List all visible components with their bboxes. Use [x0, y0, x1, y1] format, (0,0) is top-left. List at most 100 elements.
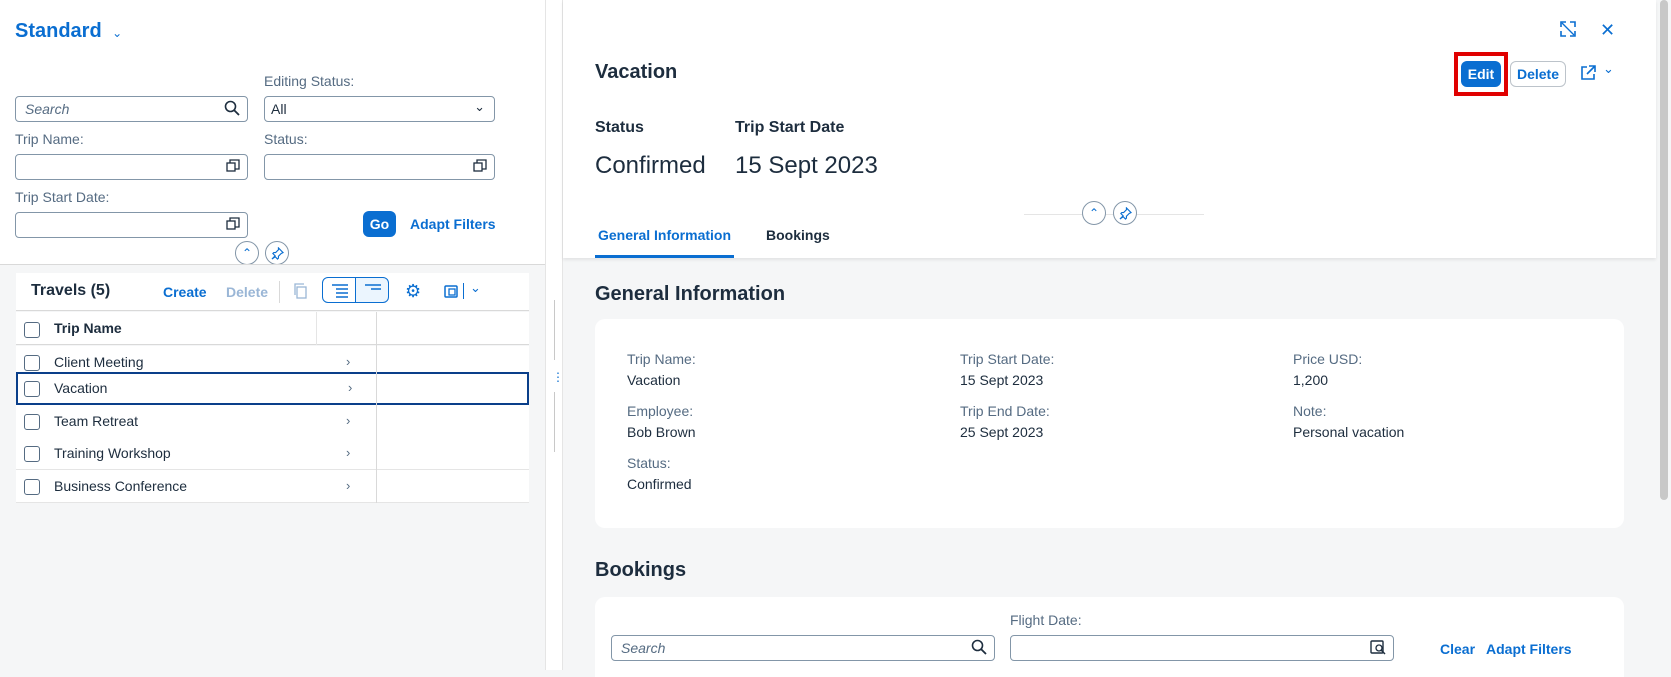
- chevron-up-icon: ⌃: [241, 246, 253, 260]
- collapse-header-button[interactable]: ⌃: [1082, 201, 1106, 225]
- splitter-line: [554, 392, 555, 452]
- tab-label: General Information: [598, 227, 732, 243]
- row-trip-name: Business Conference: [54, 478, 188, 494]
- field-label: Trip Start Date:: [960, 351, 1055, 367]
- layout-splitter[interactable]: ⋮: [545, 0, 564, 670]
- pin-header-button[interactable]: [1113, 201, 1137, 225]
- copy-icon[interactable]: [293, 283, 309, 304]
- row-checkbox[interactable]: [24, 414, 40, 430]
- object-title: Vacation: [595, 61, 678, 83]
- variant-selector[interactable]: Standard ⌄: [15, 20, 122, 44]
- search-input[interactable]: Search: [15, 96, 248, 122]
- row-checkbox[interactable]: [24, 479, 40, 495]
- enter-fullscreen-icon[interactable]: [1560, 21, 1576, 42]
- chevron-right-icon: ›: [346, 354, 351, 369]
- bookings-card: Flight Date: Search Clear Adapt Filters: [595, 597, 1624, 677]
- tab-bookings[interactable]: Bookings: [763, 227, 833, 258]
- field-label: Status:: [627, 455, 671, 471]
- hierarchy-icon: [365, 284, 381, 290]
- object-page: ✕ Vacation Edit Delete ⌄ Status Confirme…: [563, 0, 1656, 677]
- delete-button[interactable]: Delete: [226, 284, 268, 300]
- create-button[interactable]: Create: [163, 284, 207, 300]
- editing-status-select[interactable]: All ⌄: [264, 96, 495, 122]
- go-button[interactable]: Go: [363, 211, 396, 237]
- trip-name-label: Trip Name:: [15, 131, 84, 147]
- table-header-row: Trip Name: [16, 312, 529, 345]
- adapt-filters-button[interactable]: Adapt Filters: [1486, 641, 1572, 657]
- row-trip-name: Training Workshop: [54, 445, 171, 461]
- row-trip-name: Team Retreat: [54, 413, 139, 429]
- select-all-checkbox[interactable]: [24, 322, 40, 338]
- variant-title: Standard: [15, 20, 102, 42]
- flight-date-label: Flight Date:: [1010, 612, 1082, 628]
- delete-button[interactable]: Delete: [1510, 61, 1566, 87]
- adapt-filters-button[interactable]: Adapt Filters: [410, 216, 496, 232]
- edit-button[interactable]: Edit: [1461, 61, 1501, 87]
- grip-icon[interactable]: ⋮: [552, 368, 564, 386]
- calendar-search-icon[interactable]: [1370, 639, 1386, 660]
- search-icon[interactable]: [224, 100, 240, 121]
- table-column-divider: [376, 312, 377, 503]
- row-checkbox[interactable]: [24, 355, 40, 371]
- search-icon[interactable]: [971, 639, 987, 660]
- settings-gear-icon[interactable]: ⚙: [405, 281, 421, 302]
- row-checkbox[interactable]: [24, 446, 40, 462]
- bookings-title: Bookings: [595, 559, 687, 581]
- field-value: Bob Brown: [627, 424, 696, 440]
- table-row[interactable]: Team Retreat ›: [16, 405, 529, 438]
- value-help-icon[interactable]: [226, 159, 240, 178]
- scrollbar[interactable]: [1660, 0, 1668, 500]
- value-help-icon[interactable]: [473, 159, 487, 178]
- object-header: ✕ Vacation Edit Delete ⌄ Status Confirme…: [563, 0, 1656, 258]
- trip-name-input[interactable]: [15, 154, 248, 180]
- pin-icon: [1119, 206, 1132, 220]
- field-value: Personal vacation: [1293, 424, 1405, 440]
- divider: [279, 281, 280, 303]
- field-label: Note:: [1293, 403, 1327, 419]
- toolbar-separator: [463, 283, 464, 299]
- editing-status-value: All: [271, 101, 287, 117]
- chevron-right-icon: ›: [346, 413, 351, 428]
- status-label: Status:: [264, 131, 308, 147]
- chevron-down-icon[interactable]: ⌄: [470, 280, 481, 296]
- value-help-icon[interactable]: [226, 217, 240, 236]
- bookings-search-input[interactable]: Search: [611, 635, 995, 661]
- chevron-down-icon: ⌄: [474, 99, 485, 114]
- field-label: Price USD:: [1293, 351, 1363, 367]
- pin-header-button[interactable]: [265, 241, 289, 265]
- table-row[interactable]: Training Workshop ›: [16, 437, 529, 470]
- trip-start-header-label: Trip Start Date: [735, 119, 845, 136]
- trip-start-date-input[interactable]: [15, 212, 248, 238]
- row-checkbox[interactable]: [24, 381, 40, 397]
- share-icon[interactable]: [1580, 65, 1596, 86]
- chevron-right-icon: ›: [346, 478, 351, 493]
- field-label: Employee:: [627, 403, 694, 419]
- tab-general-information[interactable]: General Information: [595, 227, 735, 258]
- expanded-view-button[interactable]: [355, 277, 389, 303]
- status-header-value: Confirmed: [595, 152, 706, 179]
- delete-label: Delete: [1516, 66, 1560, 82]
- column-separator: [316, 312, 317, 345]
- chevron-down-icon: ⌄: [112, 26, 123, 40]
- chevron-up-icon: ⌃: [1088, 206, 1100, 220]
- field-label: Trip End Date:: [960, 403, 1050, 419]
- close-icon[interactable]: ✕: [1600, 20, 1615, 41]
- field-value: Vacation: [627, 372, 681, 388]
- status-input[interactable]: [264, 154, 495, 180]
- tab-label: Bookings: [766, 227, 830, 243]
- chevron-down-icon[interactable]: ⌄: [1603, 61, 1614, 77]
- status-header-label: Status: [595, 119, 644, 136]
- clear-button[interactable]: Clear: [1440, 641, 1475, 657]
- table-row[interactable]: Business Conference ›: [16, 470, 529, 503]
- collapse-header-button[interactable]: ⌃: [235, 241, 259, 265]
- trip-name-column-header[interactable]: Trip Name: [54, 320, 122, 336]
- condensed-view-button[interactable]: [322, 277, 356, 303]
- general-information-title: General Information: [595, 283, 786, 305]
- export-icon[interactable]: [443, 283, 459, 304]
- field-value: 25 Sept 2023: [960, 424, 1044, 440]
- trip-start-date-label: Trip Start Date:: [15, 189, 110, 205]
- table-row-selected[interactable]: Vacation ›: [16, 372, 529, 405]
- search-placeholder: Search: [25, 101, 70, 117]
- flight-date-input[interactable]: [1010, 635, 1394, 661]
- splitter-line: [554, 300, 555, 360]
